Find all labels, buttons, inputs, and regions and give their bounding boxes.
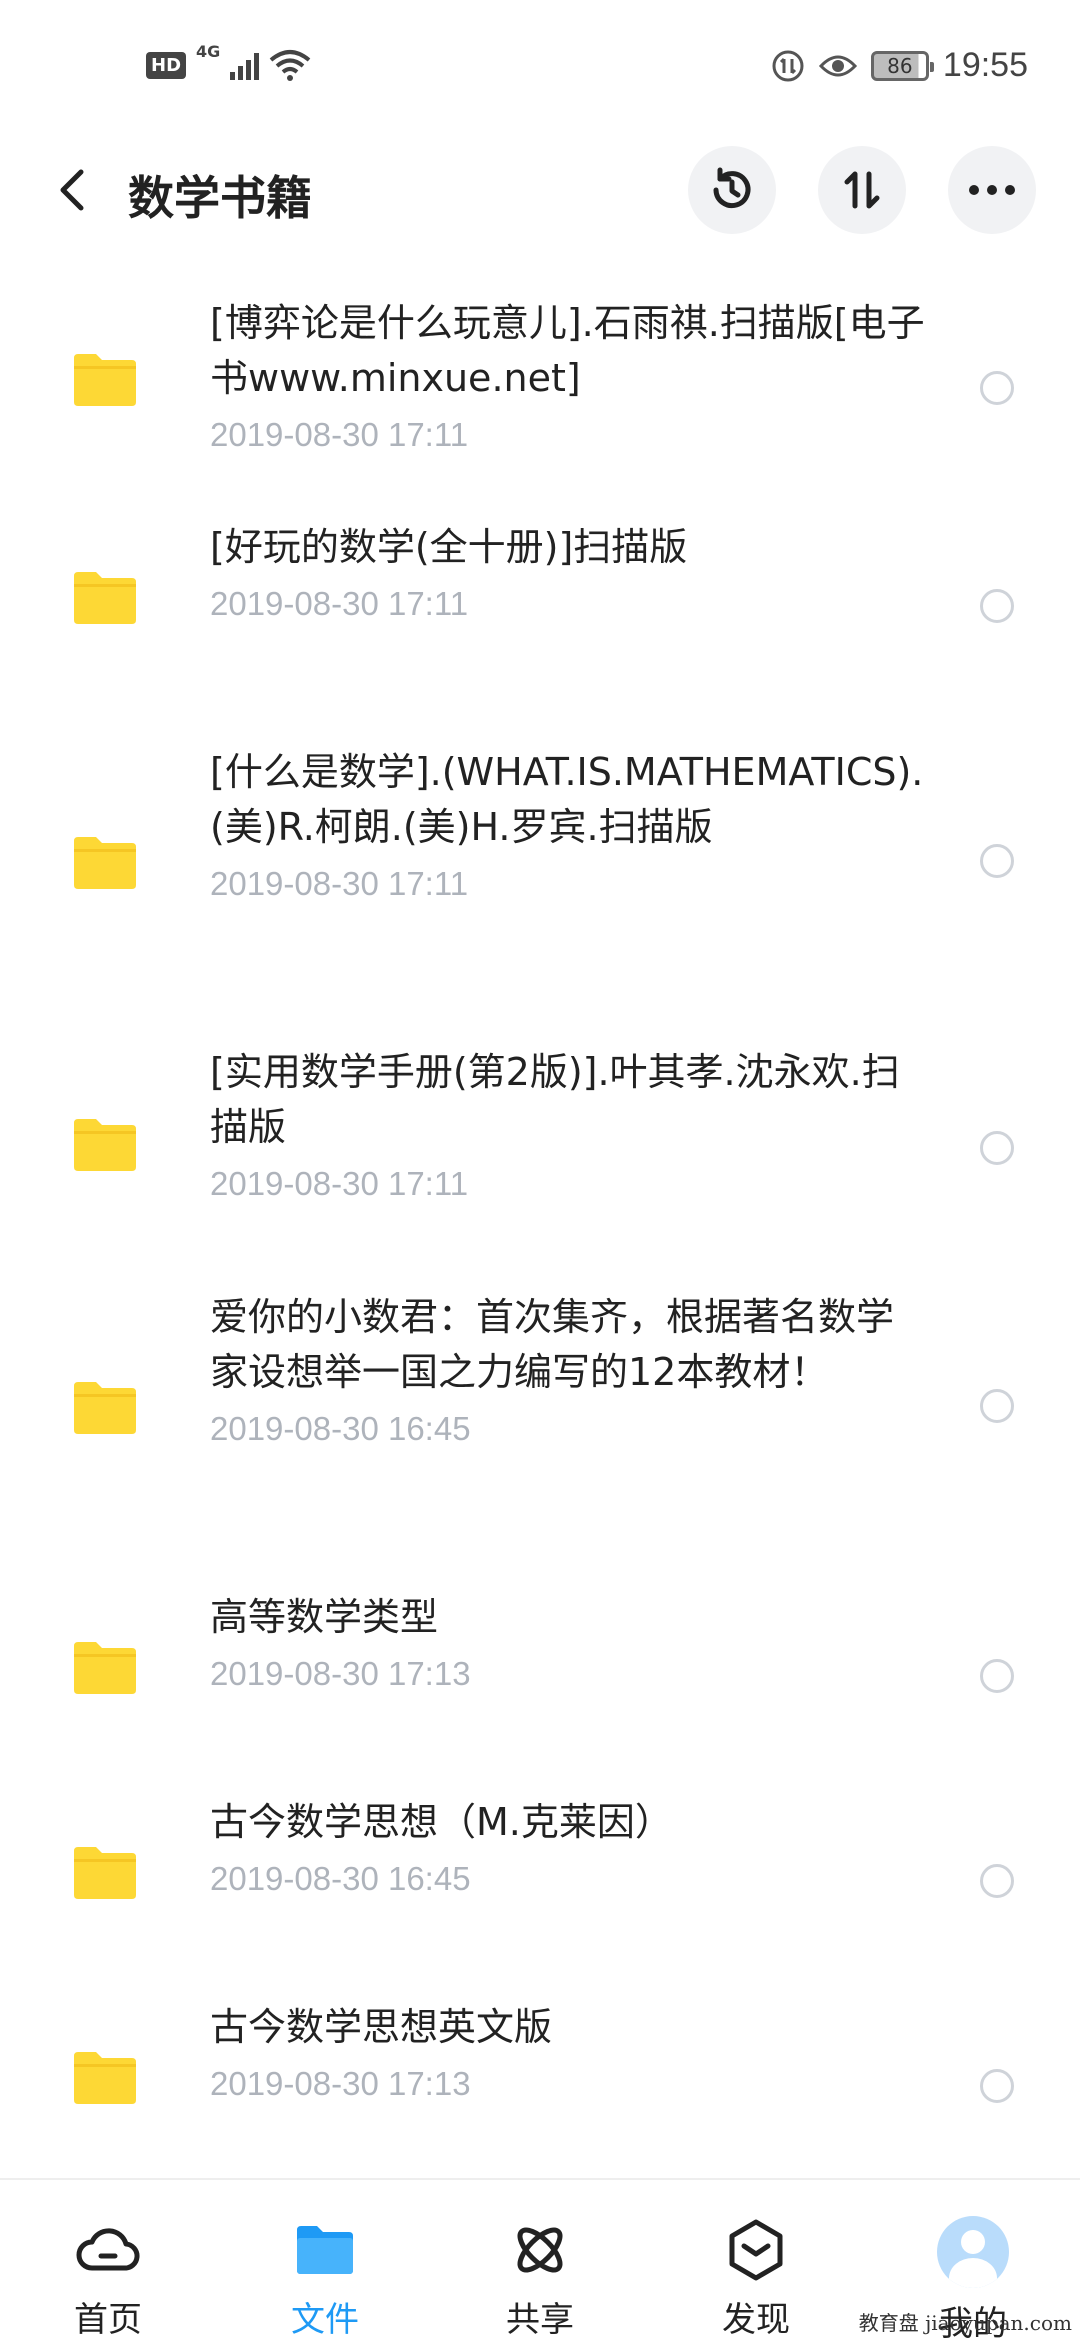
file-text: [实用数学手册(第2版)].叶其孝.沈永欢.扫描版 2019-08-30 17:… bbox=[210, 1045, 930, 1203]
file-text: [博弈论是什么玩意儿].石雨祺.扫描版[电子书www.minxue.net] 2… bbox=[210, 296, 930, 454]
folder-icon bbox=[74, 1382, 136, 1434]
file-name: [实用数学手册(第2版)].叶其孝.沈永欢.扫描版 bbox=[210, 1050, 900, 1149]
file-text: [好玩的数学(全十册)]扫描版 2019-08-30 17:11 bbox=[210, 520, 930, 623]
sort-icon bbox=[844, 171, 880, 209]
file-name: [什么是数学].(WHAT.IS.MATHEMATICS).(美)R.柯朗.(美… bbox=[210, 750, 924, 849]
eye-icon bbox=[818, 55, 857, 76]
nav-label: 文件 bbox=[291, 2300, 359, 2340]
hd-badge: HD bbox=[146, 51, 187, 79]
status-right: 86 19:55 bbox=[771, 46, 1028, 85]
select-radio[interactable] bbox=[980, 1389, 1014, 1423]
file-date: 2019-08-30 17:11 bbox=[210, 865, 469, 902]
folder-icon bbox=[74, 1847, 136, 1899]
discover-cube-icon bbox=[729, 2219, 783, 2281]
file-text: 高等数学类型 2019-08-30 17:13 bbox=[210, 1590, 930, 1693]
page-title: 数学书籍 bbox=[128, 171, 312, 225]
select-radio[interactable] bbox=[980, 2069, 1014, 2103]
share-atom-icon bbox=[517, 2227, 563, 2273]
select-radio[interactable] bbox=[980, 589, 1014, 623]
list-item[interactable]: [好玩的数学(全十册)]扫描版 2019-08-30 17:11 bbox=[0, 520, 1080, 670]
cloud-icon bbox=[76, 2228, 140, 2271]
history-button[interactable] bbox=[688, 146, 776, 234]
file-text: 古今数学思想（M.克莱因） 2019-08-30 16:45 bbox=[210, 1795, 930, 1898]
avatar-icon bbox=[937, 2216, 1009, 2288]
sort-button[interactable] bbox=[818, 146, 906, 234]
header: 数学书籍 bbox=[0, 140, 1080, 240]
nav-label: 发现 bbox=[722, 2300, 790, 2340]
select-radio[interactable] bbox=[980, 844, 1014, 878]
file-name: 古今数学思想英文版 bbox=[210, 2005, 553, 2049]
network-type: 4G bbox=[196, 42, 221, 61]
file-date: 2019-08-30 16:45 bbox=[210, 1860, 471, 1897]
folder-icon bbox=[74, 354, 136, 406]
folder-icon bbox=[74, 572, 136, 624]
file-date: 2019-08-30 17:11 bbox=[210, 1165, 469, 1202]
select-radio[interactable] bbox=[980, 1864, 1014, 1898]
nav-share[interactable]: 共享 bbox=[470, 2216, 610, 2340]
wifi-icon bbox=[269, 50, 311, 81]
file-date: 2019-08-30 17:13 bbox=[210, 2065, 471, 2102]
bottom-nav: 首页 文件 共享 发现 我的 教育盘 jiaoyupan.com bbox=[0, 2178, 1080, 2340]
status-bar: HD 4G 86 19:55 bbox=[0, 0, 1080, 130]
watermark: 教育盘 jiaoyupan.com bbox=[858, 2311, 1072, 2335]
list-item[interactable]: 古今数学思想（M.克莱因） 2019-08-30 16:45 bbox=[0, 1795, 1080, 1945]
folder-icon bbox=[74, 1642, 136, 1694]
file-name: 古今数学思想（M.克莱因） bbox=[210, 1800, 673, 1844]
chevron-left-icon bbox=[60, 169, 84, 211]
folder-icon bbox=[74, 1119, 136, 1171]
signal-icon bbox=[230, 50, 260, 80]
list-item[interactable]: [博弈论是什么玩意儿].石雨祺.扫描版[电子书www.minxue.net] 2… bbox=[0, 280, 1080, 480]
list-item[interactable]: [实用数学手册(第2版)].叶其孝.沈永欢.扫描版 2019-08-30 17:… bbox=[0, 1045, 1080, 1245]
nav-discover[interactable]: 发现 bbox=[686, 2216, 826, 2340]
history-icon bbox=[713, 167, 751, 209]
folder-icon bbox=[74, 2052, 136, 2104]
file-name: 高等数学类型 bbox=[210, 1595, 439, 1639]
list-item[interactable]: 爱你的小数君：首次集齐，根据著名数学家设想举一国之力编写的12本教材！ 2019… bbox=[0, 1290, 1080, 1540]
folder-icon bbox=[74, 837, 136, 889]
back-button[interactable] bbox=[44, 162, 100, 218]
nav-label: 共享 bbox=[506, 2300, 574, 2340]
file-date: 2019-08-30 16:45 bbox=[210, 1410, 471, 1447]
select-radio[interactable] bbox=[980, 1131, 1014, 1165]
file-date: 2019-08-30 17:11 bbox=[210, 585, 469, 622]
status-time: 19:55 bbox=[942, 46, 1028, 84]
file-name: [博弈论是什么玩意儿].石雨祺.扫描版[电子书www.minxue.net] bbox=[210, 301, 925, 400]
more-dots-icon bbox=[969, 185, 1015, 195]
list-item[interactable]: [什么是数学].(WHAT.IS.MATHEMATICS).(美)R.柯朗.(美… bbox=[0, 745, 1080, 995]
nav-files[interactable]: 文件 bbox=[255, 2216, 395, 2340]
battery-level: 86 bbox=[887, 53, 913, 78]
file-date: 2019-08-30 17:11 bbox=[210, 416, 469, 453]
file-text: 爱你的小数君：首次集齐，根据著名数学家设想举一国之力编写的12本教材！ 2019… bbox=[210, 1290, 930, 1448]
list-item[interactable]: 古今数学思想英文版 2019-08-30 17:13 bbox=[0, 2000, 1080, 2150]
select-radio[interactable] bbox=[980, 371, 1014, 405]
nav-home[interactable]: 首页 bbox=[38, 2216, 178, 2340]
select-radio[interactable] bbox=[980, 1659, 1014, 1693]
folder-icon bbox=[297, 2226, 353, 2274]
more-button[interactable] bbox=[948, 146, 1036, 234]
status-left: HD 4G bbox=[146, 42, 311, 82]
file-name: 爱你的小数君：首次集齐，根据著名数学家设想举一国之力编写的12本教材！ bbox=[210, 1295, 895, 1394]
file-date: 2019-08-30 17:13 bbox=[210, 1655, 471, 1692]
data-saver-icon bbox=[772, 50, 804, 81]
file-text: [什么是数学].(WHAT.IS.MATHEMATICS).(美)R.柯朗.(美… bbox=[210, 745, 930, 903]
file-name: [好玩的数学(全十册)]扫描版 bbox=[210, 525, 688, 569]
nav-label: 首页 bbox=[74, 2300, 142, 2340]
list-item[interactable]: 高等数学类型 2019-08-30 17:13 bbox=[0, 1590, 1080, 1740]
file-text: 古今数学思想英文版 2019-08-30 17:13 bbox=[210, 2000, 930, 2103]
battery-icon: 86 bbox=[870, 50, 934, 81]
